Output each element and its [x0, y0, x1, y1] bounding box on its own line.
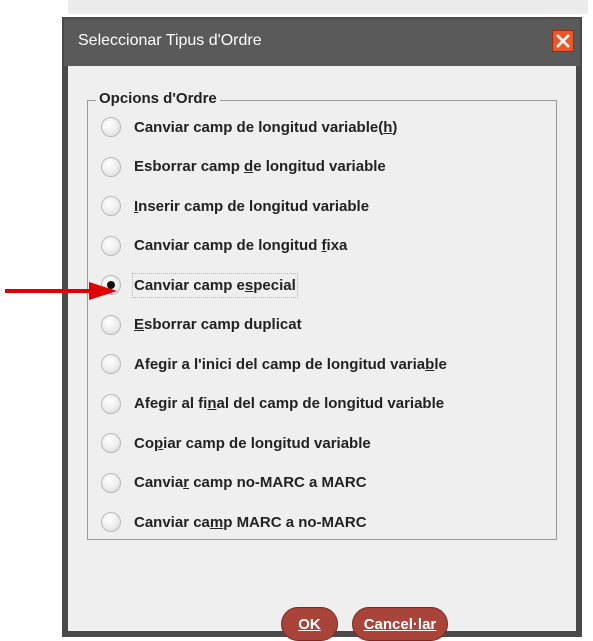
close-button[interactable]: [552, 30, 574, 52]
option-label[interactable]: Canviar camp no-MARC a MARC: [133, 471, 368, 494]
option-row[interactable]: Canviar camp de longitud fixa: [101, 231, 348, 261]
option-label[interactable]: Canviar camp de longitud fixa: [133, 234, 348, 257]
option-label[interactable]: Afegir a l'inici del camp de longitud va…: [133, 353, 448, 376]
dialog-body: Opcions d'Ordre Canviar camp de longitud…: [68, 66, 576, 641]
order-options-group: Opcions d'Ordre Canviar camp de longitud…: [87, 90, 557, 540]
option-row[interactable]: Canviar camp especial: [101, 270, 298, 300]
select-order-type-dialog: Seleccionar Tipus d'Ordre Opcions d'Ordr…: [62, 17, 582, 641]
option-row[interactable]: Canviar camp de longitud variable(h): [101, 112, 398, 142]
ok-button[interactable]: OK: [281, 607, 338, 641]
option-row[interactable]: Esborrar camp de longitud variable: [101, 152, 387, 182]
close-icon: [556, 34, 570, 48]
option-row[interactable]: Afegir a l'inici del camp de longitud va…: [101, 349, 448, 379]
group-title: Opcions d'Ordre: [96, 90, 220, 107]
option-label[interactable]: Copiar camp de longitud variable: [133, 432, 372, 455]
radio-button[interactable]: [101, 433, 121, 453]
option-label[interactable]: Canviar camp especial: [132, 272, 298, 298]
option-row[interactable]: Canviar camp MARC a no-MARC: [101, 507, 368, 537]
radio-button[interactable]: [101, 117, 121, 137]
option-row[interactable]: Canviar camp no-MARC a MARC: [101, 468, 368, 498]
option-row[interactable]: Inserir camp de longitud variable: [101, 191, 370, 221]
mnemonic-letter: m: [209, 513, 224, 531]
option-row[interactable]: Afegir al final del camp de longitud var…: [101, 389, 445, 419]
mnemonic-letter: E: [134, 316, 145, 333]
option-label[interactable]: Canviar camp MARC a no-MARC: [133, 511, 368, 534]
radio-button[interactable]: [101, 314, 121, 335]
option-row[interactable]: Copiar camp de longitud variable: [101, 428, 372, 458]
title-bar[interactable]: Seleccionar Tipus d'Ordre: [64, 19, 580, 66]
option-label[interactable]: Esborrar camp de longitud variable: [133, 155, 387, 178]
mnemonic-letter: n: [207, 395, 217, 412]
radio-button[interactable]: [101, 393, 121, 414]
radio-button[interactable]: [101, 156, 121, 177]
option-label[interactable]: Inserir camp de longitud variable: [133, 195, 370, 218]
mnemonic-letter: p: [154, 434, 164, 452]
mnemonic-letter: s: [244, 276, 254, 294]
mnemonic-letter: d: [244, 158, 254, 175]
cancel-button[interactable]: Cancel·lar: [352, 607, 448, 641]
option-label[interactable]: Esborrar camp duplicat: [133, 313, 303, 336]
radio-button[interactable]: [101, 196, 121, 216]
mnemonic-letter: b: [425, 355, 435, 373]
option-row[interactable]: Esborrar camp duplicat: [101, 310, 303, 340]
red-arrow-icon: [5, 282, 117, 300]
radio-button[interactable]: [101, 354, 121, 374]
radio-button[interactable]: [101, 235, 121, 256]
dialog-title: Seleccionar Tipus d'Ordre: [78, 32, 262, 49]
radio-button[interactable]: [101, 512, 121, 532]
background-window-strip: [68, 0, 588, 14]
option-label[interactable]: Canviar camp de longitud variable(h): [133, 116, 398, 139]
option-label[interactable]: Afegir al final del camp de longitud var…: [133, 392, 445, 415]
radio-button[interactable]: [101, 472, 121, 493]
